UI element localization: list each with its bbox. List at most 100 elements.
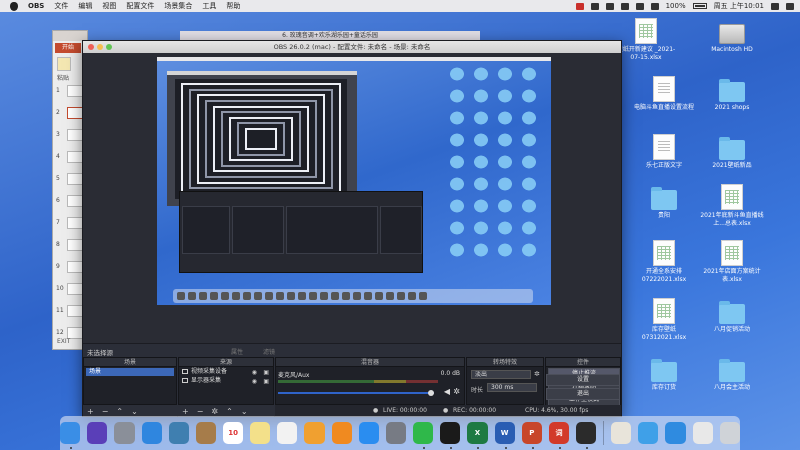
search-icon[interactable]	[771, 2, 779, 10]
folder-icon	[719, 359, 745, 382]
system-preferences-icon[interactable]	[385, 422, 407, 444]
move-down-icon[interactable]: ⌄	[131, 407, 138, 416]
close-window-icon[interactable]	[88, 44, 94, 50]
wifi-icon[interactable]	[650, 2, 659, 10]
status-app-icon[interactable]	[635, 2, 644, 10]
finder-icon[interactable]	[60, 422, 81, 449]
desktop-file[interactable]: 电脑斗鱼直播设置流程	[632, 76, 696, 112]
desktop-folder[interactable]: 八月会主活动	[700, 356, 764, 392]
controls-header: 控件	[546, 358, 620, 367]
mail-send-icon[interactable]	[638, 422, 659, 444]
control-center-icon[interactable]	[786, 2, 794, 10]
move-up-icon[interactable]: ⌃	[116, 407, 123, 416]
link-app-icon[interactable]	[665, 422, 686, 444]
notes-book-icon[interactable]	[195, 422, 217, 444]
wechat-icon[interactable]	[413, 422, 434, 449]
desktop-file[interactable]: 壁纸开新建议 _2021-07-15.xlsx	[614, 18, 678, 62]
move-up-icon[interactable]: ⌃	[226, 407, 233, 416]
word-icon[interactable]: W	[494, 422, 515, 449]
excel-icon[interactable]: X	[467, 422, 488, 449]
notes-icon[interactable]	[250, 422, 271, 444]
document-file-icon	[653, 134, 675, 160]
source-list-item[interactable]: 视频采集设备 ◉ ▣	[179, 367, 273, 376]
desktop-folder[interactable]: 库存订货	[632, 356, 696, 392]
status-app-icon[interactable]	[590, 2, 599, 10]
add-icon[interactable]: +	[182, 407, 189, 416]
captured-sources-panel	[232, 206, 284, 254]
trash-icon[interactable]	[719, 422, 740, 444]
powerpoint-icon[interactable]: P	[521, 422, 542, 449]
menu-profile[interactable]: 配置文件	[126, 1, 154, 11]
tab-home[interactable]: 开始	[55, 43, 81, 53]
properties-button[interactable]: 属性	[231, 347, 243, 356]
transition-gear-icon[interactable]: ✲	[534, 370, 540, 378]
duration-input[interactable]: 300 ms	[487, 383, 537, 392]
cloud-icon[interactable]	[692, 422, 713, 444]
visibility-eye-icon[interactable]: ◉	[252, 377, 257, 386]
speaker-icon[interactable]: ◀	[444, 387, 450, 396]
scene-list-item[interactable]: 场景	[86, 368, 174, 376]
paste-icon[interactable]	[57, 57, 71, 71]
desktop-file[interactable]: 开通全系安排07222021.xlsx	[632, 240, 696, 284]
menu-app-name[interactable]: OBS	[28, 2, 44, 10]
gear-icon[interactable]: ✲	[453, 387, 460, 396]
status-record-icon[interactable]	[575, 2, 584, 10]
transition-select[interactable]: 淡出	[471, 370, 531, 379]
calendar-icon[interactable]: 10	[223, 422, 244, 444]
qq-icon[interactable]	[440, 422, 461, 449]
status-app-icon[interactable]	[605, 2, 614, 10]
menu-clock[interactable]: 周五 上午10:01	[714, 1, 764, 11]
display-capture-icon	[182, 378, 188, 383]
apple-icon[interactable]	[10, 1, 18, 11]
source-list-item[interactable]: 显示器采集 ◉ ▣	[179, 376, 273, 385]
gear-icon[interactable]: ✲	[211, 407, 218, 416]
desktop-file[interactable]: 乐七正版文字	[632, 134, 696, 170]
obs-icon[interactable]	[576, 422, 597, 449]
remove-icon[interactable]: −	[197, 407, 204, 416]
desktop-file[interactable]: 库存壁纸07312021.xlsx	[632, 298, 696, 342]
menu-help[interactable]: 帮助	[226, 1, 240, 11]
menu-edit[interactable]: 编辑	[78, 1, 92, 11]
siri-icon[interactable]	[87, 422, 108, 444]
photos-icon[interactable]	[304, 422, 325, 444]
books-icon[interactable]	[331, 422, 352, 444]
display-capture-preview[interactable]	[157, 57, 551, 305]
settings-button[interactable]: 设置	[546, 374, 620, 386]
launchpad-icon[interactable]	[114, 422, 135, 444]
minimize-window-icon[interactable]	[97, 44, 103, 50]
menu-scene-collection[interactable]: 场景集合	[164, 1, 192, 11]
menu-view[interactable]: 视图	[102, 1, 116, 11]
menu-file[interactable]: 文件	[54, 1, 68, 11]
filters-button[interactable]: 滤镜	[263, 347, 275, 356]
volume-slider[interactable]	[278, 392, 434, 394]
youdao-icon[interactable]: 词	[548, 422, 570, 449]
slide-number: 7	[56, 219, 60, 226]
captured-scenes-panel	[182, 206, 230, 254]
desktop-file[interactable]: 2021年底新斗鱼直播线上...总表.xlsx	[700, 184, 764, 228]
desktop-file[interactable]: 2021年店面方案统计表.xlsx	[700, 240, 764, 284]
status-app-icon[interactable]	[620, 2, 629, 10]
source-name: 显示器采集	[191, 377, 222, 384]
move-down-icon[interactable]: ⌄	[241, 407, 248, 416]
zoom-window-icon[interactable]	[106, 44, 112, 50]
desktop-folder[interactable]: 贵阳	[632, 184, 696, 220]
captured-titlebar	[167, 71, 357, 75]
photos-booth-icon[interactable]	[168, 422, 189, 444]
app-store-icon[interactable]	[358, 422, 379, 444]
desktop-folder[interactable]: 2021 shops	[700, 76, 764, 112]
add-icon[interactable]: +	[87, 407, 94, 416]
menu-tools[interactable]: 工具	[202, 1, 216, 11]
captured-desktop-icons	[445, 63, 545, 263]
battery-icon[interactable]	[692, 3, 707, 9]
preview-canvas[interactable]	[83, 53, 621, 343]
exit-button[interactable]: 退出	[546, 388, 620, 400]
preview-icon[interactable]	[611, 422, 632, 444]
volume-slider-handle[interactable]	[428, 390, 434, 396]
reminders-icon[interactable]	[277, 422, 298, 444]
lock-icon[interactable]: ▣	[263, 377, 269, 386]
desktop-folder[interactable]: 八月促销活动	[700, 298, 764, 334]
desktop-drive[interactable]: Macintosh HD	[700, 18, 764, 54]
safari-icon[interactable]	[141, 422, 162, 444]
desktop-folder[interactable]: 2021壁纸新品	[700, 134, 764, 170]
remove-icon[interactable]: −	[102, 407, 109, 416]
